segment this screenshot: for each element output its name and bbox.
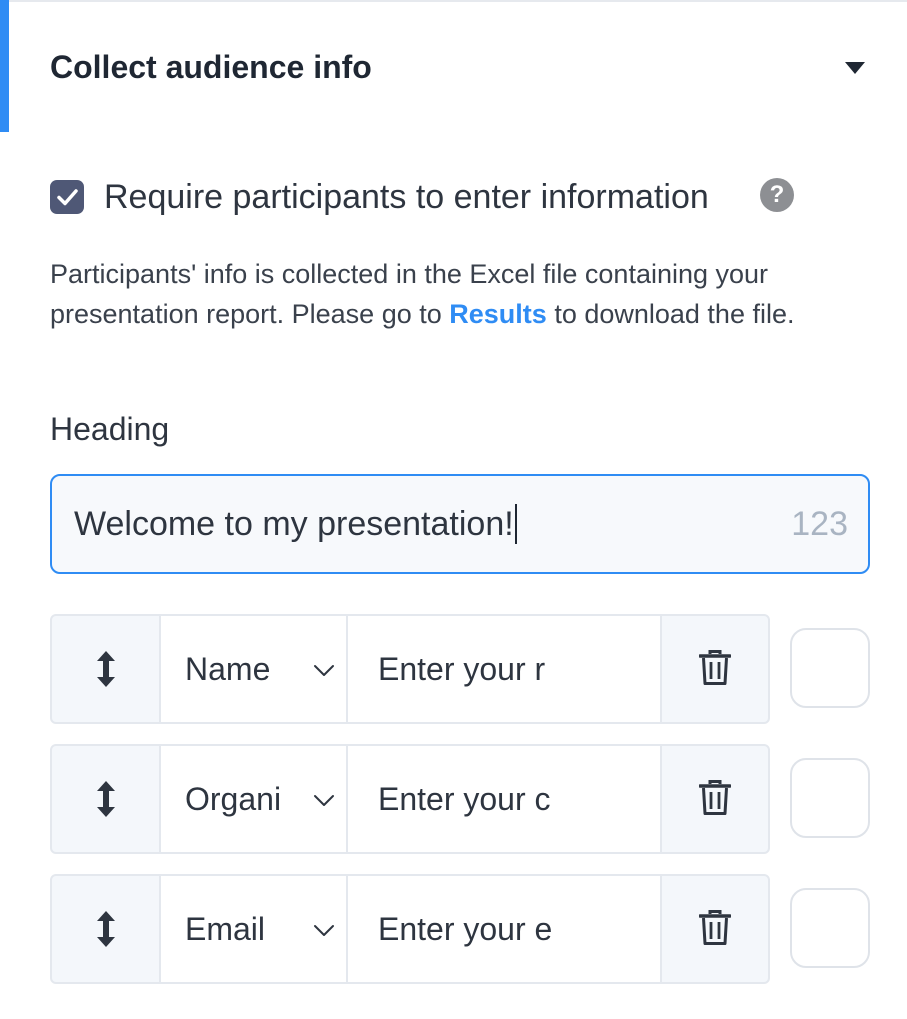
field-type-value: Name xyxy=(185,651,271,687)
field-required-checkbox[interactable] xyxy=(790,758,870,838)
trash-icon xyxy=(699,910,731,945)
drag-handle[interactable] xyxy=(50,744,162,854)
results-link[interactable]: Results xyxy=(449,299,547,329)
field-placeholder-text: Enter your e xyxy=(378,911,553,947)
field-type-select[interactable]: Name xyxy=(159,614,349,724)
field-type-select[interactable]: Organi xyxy=(159,744,349,854)
field-type-value: Email xyxy=(185,911,266,947)
trash-icon xyxy=(699,650,731,685)
section-title: Collect audience info xyxy=(50,49,372,85)
field-placeholder-text: Enter your r xyxy=(378,651,546,687)
section-header[interactable]: Collect audience info xyxy=(0,2,907,132)
info-text-end: to download the file. xyxy=(546,299,795,329)
chevron-down-icon xyxy=(314,795,334,806)
delete-field-button[interactable] xyxy=(660,614,770,724)
field-required-checkbox[interactable] xyxy=(790,628,870,708)
checkmark-icon xyxy=(57,189,78,206)
chevron-down-icon xyxy=(314,925,334,936)
field-placeholder-input[interactable]: Enter your c xyxy=(346,744,662,854)
field-placeholder-input[interactable]: Enter your r xyxy=(346,614,662,724)
vertical-arrows-icon xyxy=(97,911,115,947)
field-row: Name Enter your r xyxy=(50,614,870,724)
require-info-row: Require participants to enter informatio… xyxy=(50,178,850,218)
vertical-arrows-icon xyxy=(97,651,115,687)
field-placeholder-text: Enter your c xyxy=(378,781,551,817)
field-row: Organi Enter your c xyxy=(50,744,870,854)
char-count: 123 xyxy=(791,505,848,543)
help-icon[interactable]: ? xyxy=(760,178,794,212)
require-info-checkbox[interactable] xyxy=(50,180,84,214)
text-cursor xyxy=(514,504,517,544)
vertical-arrows-icon xyxy=(97,781,115,817)
drag-handle[interactable] xyxy=(50,874,162,984)
chevron-down-icon xyxy=(314,665,334,676)
field-type-select[interactable]: Email xyxy=(159,874,349,984)
caret-down-icon[interactable] xyxy=(838,56,872,80)
field-type-value: Organi xyxy=(185,781,282,817)
info-description: Participants' info is collected in the E… xyxy=(50,254,870,334)
heading-input-text: Welcome to my presentation! xyxy=(74,505,514,543)
heading-label: Heading xyxy=(50,411,170,447)
heading-input-value: Welcome to my presentation! xyxy=(74,504,517,544)
delete-field-button[interactable] xyxy=(660,874,770,984)
trash-icon xyxy=(699,780,731,815)
require-info-label: Require participants to enter informatio… xyxy=(104,178,709,216)
delete-field-button[interactable] xyxy=(660,744,770,854)
heading-input[interactable]: Welcome to my presentation! 123 xyxy=(50,474,870,574)
field-required-checkbox[interactable] xyxy=(790,888,870,968)
drag-handle[interactable] xyxy=(50,614,162,724)
field-placeholder-input[interactable]: Enter your e xyxy=(346,874,662,984)
field-row: Email Enter your e xyxy=(50,874,870,984)
